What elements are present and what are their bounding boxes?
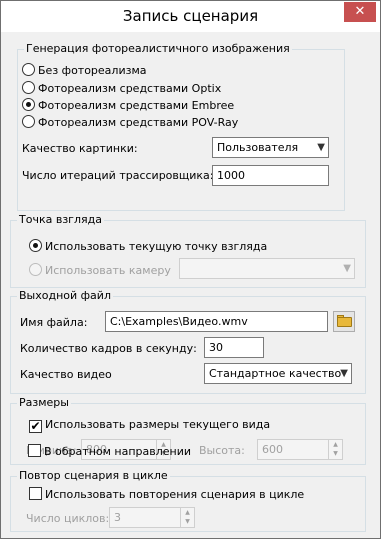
cycles-value: 3 [114, 511, 121, 524]
video-quality-select[interactable]: Стандартное качество ▼ [204, 363, 352, 384]
radio-button[interactable] [22, 115, 35, 128]
radio-button[interactable] [22, 63, 35, 76]
checkbox[interactable] [29, 487, 42, 500]
spin-arrows-icon[interactable]: ▲ ▼ [328, 440, 342, 459]
output-file-group: Выходной файл Имя файла: C:\Examples\Вид… [10, 289, 366, 394]
radio-button[interactable] [22, 81, 35, 94]
loop-group: Повтор сценария в цикле Использовать пов… [10, 469, 366, 532]
iterations-input[interactable]: 1000 [212, 165, 329, 186]
radio-label: Фотореализм средствами Embree [38, 99, 235, 112]
cycles-spinbox[interactable]: 3 ▲ ▼ [109, 507, 195, 528]
chevron-down-icon: ▼ [340, 368, 348, 379]
radio-label: Использовать камеру [45, 264, 171, 277]
photorealism-group-label: Генерация фотореалистичного изображения [24, 42, 292, 56]
checkbox[interactable] [28, 444, 41, 457]
checkbox-checked[interactable]: ✔ [29, 420, 42, 433]
radio-label: Фотореализм средствами POV-Ray [38, 116, 239, 129]
quality-select[interactable]: Пользователя ▼ [212, 137, 329, 158]
viewpoint-group-label: Точка взгляда [17, 213, 104, 227]
radio-button-selected[interactable] [22, 98, 35, 111]
title-bar: Запись сценария ✕ [1, 1, 380, 32]
checkbox-label: Использовать размеры текущего вида [45, 418, 271, 431]
chevron-down-icon: ▼ [317, 142, 325, 153]
close-button[interactable]: ✕ [344, 2, 376, 22]
iterations-label: Число итераций трассировщика: [22, 169, 214, 182]
quality-select-value: Пользователя [217, 141, 299, 154]
height-spinbox[interactable]: 600 ▲ ▼ [257, 439, 343, 460]
browse-button[interactable] [333, 311, 355, 332]
radio-button-selected[interactable] [29, 239, 42, 252]
radio-no-photorealism[interactable]: Без фотореализма [22, 63, 147, 78]
radio-use-camera[interactable]: Использовать камеру [29, 263, 171, 278]
radio-optix[interactable]: Фотореализм средствами Optix [22, 81, 221, 96]
camera-select[interactable]: ▼ [179, 258, 355, 279]
fps-value: 30 [209, 341, 223, 354]
folder-open-icon-body [337, 317, 352, 327]
filename-value: C:\Examples\Видео.wmv [110, 315, 248, 328]
radio-use-current-view[interactable]: Использовать текущую точку взгляда [29, 239, 267, 254]
loop-group-label: Повтор сценария в цикле [17, 469, 170, 483]
output-group-label: Выходной файл [17, 289, 113, 303]
dialog-content: Генерация фотореалистичного изображения … [8, 32, 373, 533]
radio-label: Использовать текущую точку взгляда [45, 240, 268, 253]
radio-label: Фотореализм средствами Optix [38, 82, 222, 95]
radio-label: Без фотореализма [38, 64, 147, 77]
photorealism-group: Генерация фотореалистичного изображения … [17, 42, 345, 211]
iterations-value: 1000 [217, 169, 245, 182]
dialog-window: Запись сценария ✕ Генерация фотореалисти… [0, 0, 381, 539]
checkbox-label: В обратном направлении [44, 445, 192, 458]
video-quality-value: Стандартное качество [209, 367, 342, 380]
height-label: Высота: [199, 444, 245, 457]
sizes-group-label: Размеры [17, 396, 71, 410]
checkbox-label: Использовать повторения сценария в цикле [45, 488, 305, 501]
viewpoint-group: Точка взгляда Использовать текущую точку… [10, 213, 366, 288]
cycles-label: Число циклов: [26, 512, 110, 525]
radio-button-disabled[interactable] [29, 263, 42, 276]
fps-input[interactable]: 30 [204, 337, 264, 358]
fps-label: Количество кадров в секунду: [20, 342, 197, 355]
filename-label: Имя файла: [20, 316, 88, 329]
height-value: 600 [262, 443, 283, 456]
quality-label: Качество картинки: [22, 142, 138, 155]
radio-embree[interactable]: Фотореализм средствами Embree [22, 98, 234, 113]
filename-input[interactable]: C:\Examples\Видео.wmv [105, 311, 328, 332]
chevron-down-icon: ▼ [343, 263, 351, 274]
close-icon: ✕ [354, 4, 366, 19]
radio-povray[interactable]: Фотореализм средствами POV-Ray [22, 115, 238, 130]
reverse-direction-checkbox[interactable]: В обратном направлении [28, 444, 191, 459]
spin-arrows-icon[interactable]: ▲ ▼ [180, 508, 194, 527]
use-current-size-checkbox[interactable]: ✔ Использовать размеры текущего вида [29, 418, 270, 433]
use-loop-checkbox[interactable]: Использовать повторения сценария в цикле [29, 487, 304, 502]
window-title: Запись сценария [122, 7, 259, 25]
video-quality-label: Качество видео [20, 368, 112, 381]
